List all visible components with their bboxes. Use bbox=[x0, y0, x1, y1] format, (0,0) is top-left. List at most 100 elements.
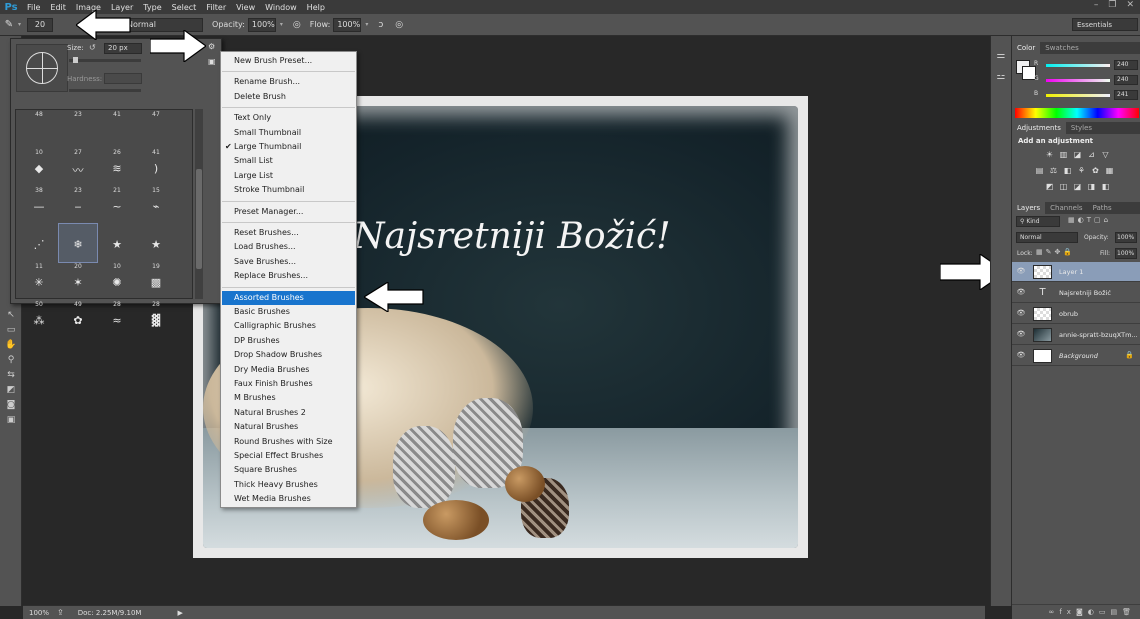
adjustment-layer-icon[interactable]: ◐ bbox=[1088, 608, 1099, 616]
brush-thumbnail[interactable]: 38 — bbox=[20, 186, 58, 224]
adjustment-type-icon[interactable]: ◪ bbox=[1072, 182, 1083, 191]
add-mask-icon[interactable]: ◙ bbox=[1076, 608, 1088, 616]
adjustment-type-icon[interactable]: ◧ bbox=[1100, 182, 1111, 191]
fx-icon[interactable]: fx bbox=[1059, 608, 1076, 616]
adjustment-type-icon[interactable]: ◫ bbox=[1058, 182, 1069, 191]
brush-thumbnail[interactable]: 49 ✿ bbox=[59, 300, 97, 338]
brush-thumbnail[interactable]: 20 ✶ bbox=[59, 262, 97, 300]
adjustment-type-icon[interactable]: ☀ bbox=[1044, 150, 1055, 159]
brush-thumbnail[interactable]: 28 ▓ bbox=[137, 300, 175, 338]
layer-row-photo[interactable]: 👁 annie-spratt-bzuqXTm... bbox=[1012, 325, 1140, 345]
status-menu-arrow-icon[interactable]: ▶ bbox=[177, 609, 182, 617]
opacity-dropdown-icon[interactable]: ▾ bbox=[280, 21, 283, 28]
gear-icon[interactable]: ⚙ bbox=[208, 42, 218, 52]
brush-thumbnail[interactable]: 10 ◆ bbox=[20, 148, 58, 186]
menu-item-basic-brushes[interactable]: Basic Brushes bbox=[222, 305, 355, 319]
menu-select[interactable]: Select bbox=[167, 3, 202, 12]
swap-colors-icon[interactable]: ⇆ bbox=[4, 369, 18, 381]
menu-item-save-brushes[interactable]: Save Brushes... bbox=[222, 255, 355, 269]
menu-help[interactable]: Help bbox=[302, 3, 330, 12]
menu-item-natural-brushes-2[interactable]: Natural Brushes 2 bbox=[222, 406, 355, 420]
tab-channels[interactable]: Channels bbox=[1045, 202, 1087, 214]
menu-item-replace-brushes[interactable]: Replace Brushes... bbox=[222, 269, 355, 283]
tab-layers[interactable]: Layers bbox=[1012, 202, 1046, 214]
layer-row-text[interactable]: 👁 T Najsretniji Božić bbox=[1012, 283, 1140, 303]
red-slider[interactable] bbox=[1046, 64, 1110, 67]
menu-item-reset-brushes[interactable]: Reset Brushes... bbox=[222, 226, 355, 240]
tab-adjustments[interactable]: Adjustments bbox=[1012, 122, 1066, 134]
pressure-size-icon[interactable]: ◎ bbox=[395, 20, 403, 30]
brush-thumbnail[interactable]: ★ bbox=[98, 224, 136, 262]
airbrush-icon[interactable]: ↄ bbox=[378, 20, 383, 30]
adjustment-type-icon[interactable]: ✿ bbox=[1090, 166, 1101, 175]
new-group-icon[interactable]: ▭ bbox=[1099, 608, 1111, 616]
tab-swatches[interactable]: Swatches bbox=[1040, 42, 1083, 54]
adjustment-type-icon[interactable]: ◩ bbox=[1044, 182, 1055, 191]
menu-item-calligraphic-brushes[interactable]: Calligraphic Brushes bbox=[222, 319, 355, 333]
brush-grid-scroll-thumb[interactable] bbox=[196, 169, 202, 269]
menu-item-faux-finish-brushes[interactable]: Faux Finish Brushes bbox=[222, 377, 355, 391]
blue-value[interactable]: 241 bbox=[1114, 90, 1138, 100]
tool-preset-dropdown-icon[interactable]: ▾ bbox=[18, 21, 21, 28]
layer-row-background[interactable]: 👁 Background 🔒 bbox=[1012, 346, 1140, 366]
brush-preset-picker[interactable]: 20 bbox=[27, 17, 54, 32]
brush-thumbnail[interactable]: 50 ⁂ bbox=[20, 300, 58, 338]
layer-opacity-input[interactable]: 100% bbox=[1115, 232, 1137, 243]
blue-slider[interactable] bbox=[1046, 94, 1110, 97]
menu-item-special-effect-brushes[interactable]: Special Effect Brushes bbox=[222, 449, 355, 463]
adjustment-type-icon[interactable]: ◧ bbox=[1062, 166, 1073, 175]
foreground-background-icon[interactable]: ◩ bbox=[4, 384, 18, 396]
brush-thumbnail[interactable]: 23 ‒ bbox=[59, 186, 97, 224]
opacity-input[interactable]: 100% bbox=[247, 17, 276, 32]
menu-filter[interactable]: Filter bbox=[201, 3, 231, 12]
brush-grid-scrollbar[interactable] bbox=[195, 109, 203, 299]
tab-paths[interactable]: Paths bbox=[1088, 202, 1117, 214]
menu-item-square-brushes[interactable]: Square Brushes bbox=[222, 463, 355, 477]
menu-item-stroke-thumbnail[interactable]: Stroke Thumbnail bbox=[222, 183, 355, 197]
pressure-opacity-icon[interactable]: ◎ bbox=[293, 20, 301, 30]
path-select-tool-icon[interactable]: ↖ bbox=[4, 309, 18, 321]
flow-dropdown-icon[interactable]: ▾ bbox=[365, 21, 368, 28]
adjustment-type-icon[interactable]: ▽ bbox=[1100, 150, 1111, 159]
zoom-level[interactable]: 100% bbox=[29, 609, 49, 617]
status-export-icon[interactable]: ⇪ bbox=[57, 608, 64, 617]
menu-view[interactable]: View bbox=[231, 3, 260, 12]
menu-item-thick-heavy-brushes[interactable]: Thick Heavy Brushes bbox=[222, 478, 355, 492]
new-layer-icon[interactable]: ▤ bbox=[1110, 608, 1122, 616]
menu-item-dry-media-brushes[interactable]: Dry Media Brushes bbox=[222, 363, 355, 377]
hand-tool-icon[interactable]: ✋ bbox=[4, 339, 18, 351]
menu-item-drop-shadow-brushes[interactable]: Drop Shadow Brushes bbox=[222, 348, 355, 362]
lock-icons[interactable]: ▦✎✥🔒 bbox=[1036, 248, 1075, 256]
brush-thumbnail[interactable]: 11 ✳ bbox=[20, 262, 58, 300]
green-slider[interactable] bbox=[1046, 79, 1110, 82]
close-icon[interactable]: ✕ bbox=[1126, 0, 1134, 10]
size-slider-handle[interactable] bbox=[73, 57, 78, 63]
color-spectrum[interactable] bbox=[1015, 108, 1139, 118]
adjustment-type-icon[interactable]: ◨ bbox=[1086, 182, 1097, 191]
menu-item-new-brush-preset[interactable]: New Brush Preset... bbox=[222, 54, 355, 68]
history-panel-icon[interactable]: ⚌ bbox=[995, 50, 1007, 61]
menu-item-load-brushes[interactable]: Load Brushes... bbox=[222, 240, 355, 254]
flow-input[interactable]: 100% bbox=[333, 17, 362, 32]
adjustment-type-icon[interactable]: ⚖ bbox=[1048, 166, 1059, 175]
eye-icon[interactable]: 👁 bbox=[1016, 330, 1026, 340]
eye-icon[interactable]: 👁 bbox=[1016, 288, 1026, 298]
eye-icon[interactable]: 👁 bbox=[1016, 309, 1026, 319]
tab-color[interactable]: Color bbox=[1012, 42, 1041, 54]
brush-thumbnail[interactable]: 48 bbox=[20, 110, 58, 148]
layer-row-obrub[interactable]: 👁 obrub bbox=[1012, 304, 1140, 324]
menu-item-dp-brushes[interactable]: DP Brushes bbox=[222, 334, 355, 348]
tab-styles[interactable]: Styles bbox=[1066, 122, 1097, 134]
menu-item-small-thumbnail[interactable]: Small Thumbnail bbox=[222, 126, 355, 140]
menu-item-natural-brushes[interactable]: Natural Brushes bbox=[222, 420, 355, 434]
adjustment-type-icon[interactable]: ▥ bbox=[1058, 150, 1069, 159]
menu-window[interactable]: Window bbox=[260, 3, 302, 12]
size-slider[interactable] bbox=[69, 57, 141, 63]
brush-thumbnail[interactable]: ⋰ bbox=[20, 224, 58, 262]
hardness-input[interactable] bbox=[104, 73, 142, 84]
menu-item-preset-manager[interactable]: Preset Manager... bbox=[222, 205, 355, 219]
quick-mask-icon[interactable]: ◙ bbox=[4, 399, 18, 411]
brush-thumbnail[interactable]: 26 ≋ bbox=[98, 148, 136, 186]
menu-item-large-list[interactable]: Large List bbox=[222, 169, 355, 183]
brush-thumbnail[interactable]: 47 bbox=[137, 110, 175, 148]
